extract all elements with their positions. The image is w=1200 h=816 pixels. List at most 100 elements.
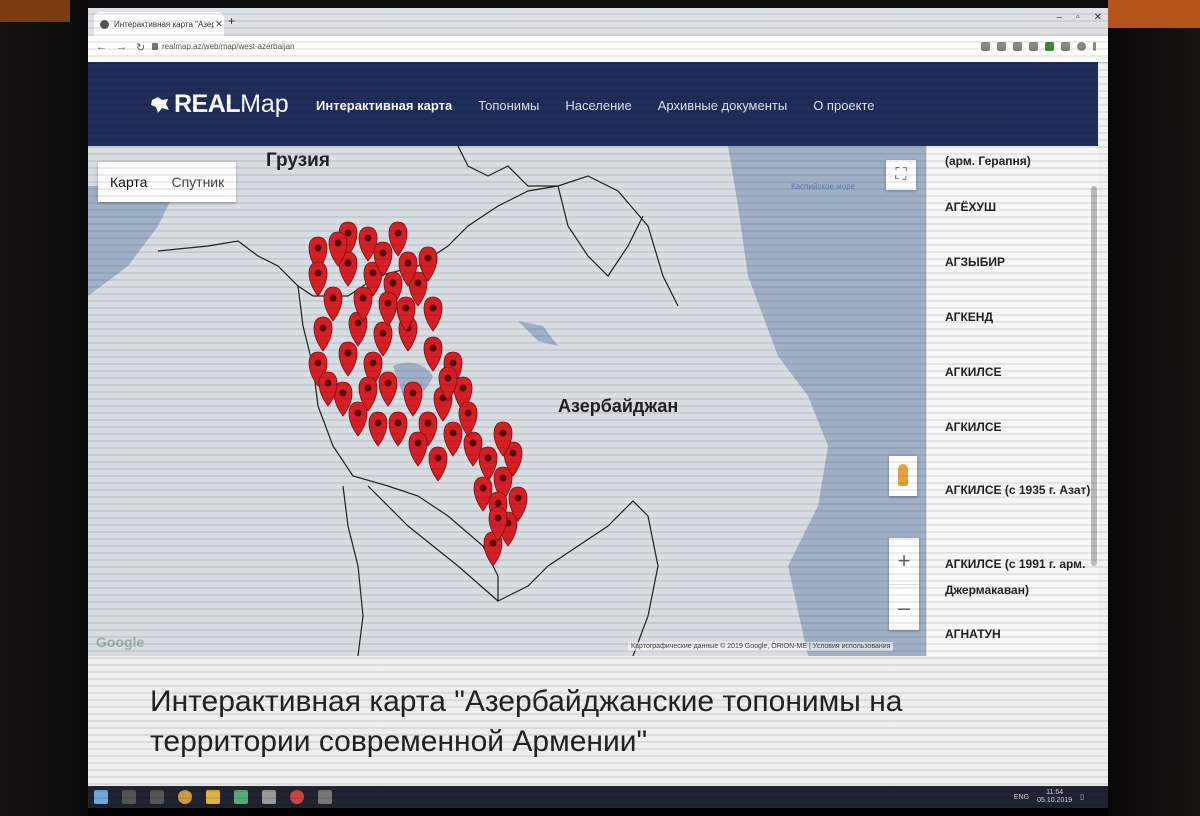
street-view-pegman-icon[interactable] [889, 456, 917, 496]
taskbar-icons [94, 790, 332, 804]
task-view-icon[interactable] [150, 790, 164, 804]
list-item[interactable]: АГКИЛСЕ [927, 414, 1099, 469]
clock-time: 11:54 [1046, 789, 1064, 796]
close-tab-icon[interactable]: ✕ [214, 19, 224, 30]
globe-icon [100, 19, 109, 29]
map-marker-icon[interactable] [308, 261, 328, 297]
map-attribution[interactable]: Картографические данные © 2019 Google, O… [628, 642, 894, 651]
google-logo: Google [96, 634, 145, 650]
system-tray: ENG 11:54 05.10.2019 ▯ [1014, 789, 1084, 805]
windows-start-icon[interactable] [94, 790, 108, 804]
map-marker-icon[interactable] [348, 401, 368, 437]
list-item[interactable]: АГЁХУШ [927, 194, 1099, 249]
nav-toponyms[interactable]: Топонимы [478, 98, 539, 113]
tab-title: Интерактивная карта "Азербай... [114, 19, 214, 29]
chrome-icon[interactable] [178, 790, 192, 804]
background-wall [1108, 0, 1200, 28]
fullscreen-button[interactable]: ⛶ [886, 160, 916, 190]
extension-icon[interactable] [997, 42, 1006, 51]
notification-icon[interactable]: ▯ [1080, 793, 1084, 801]
label-caspian-sea: Каспийское море [791, 182, 855, 191]
back-icon[interactable]: ← [96, 41, 107, 54]
url-text: realmap.az/web/map/west-azerbaijan [162, 42, 295, 51]
zoom-in-button[interactable]: + [889, 538, 919, 585]
clock[interactable]: 11:54 05.10.2019 [1037, 789, 1072, 805]
maximize-button[interactable]: ▫ [1076, 12, 1080, 23]
list-item[interactable]: АГНАТУН [927, 621, 1099, 656]
app-icon[interactable] [318, 790, 332, 804]
nav-population[interactable]: Население [565, 98, 631, 113]
browser-tab-bar: Интерактивная карта "Азербай... ✕ + – ▫ … [88, 8, 1108, 36]
zoom-control: + – [889, 538, 919, 630]
map-marker-icon[interactable] [423, 296, 443, 332]
search-icon[interactable] [122, 790, 136, 804]
url-field[interactable]: realmap.az/web/map/west-azerbaijan [152, 42, 295, 51]
monitor-bezel-right [1108, 0, 1200, 816]
map-marker-icon[interactable] [408, 431, 428, 467]
map-view[interactable]: Грузия Азербайджан Каспийское море Карта… [88, 146, 926, 656]
extension-icon[interactable] [981, 42, 990, 51]
extension-icon[interactable] [1045, 42, 1054, 51]
extension-icons [981, 42, 1096, 51]
scrollbar-thumb[interactable] [1091, 186, 1097, 566]
minimize-button[interactable]: – [1057, 12, 1063, 23]
list-item[interactable]: АГКИЛСЕ [927, 359, 1099, 414]
app-icon[interactable] [290, 790, 304, 804]
map-type-map-button[interactable]: Карта [98, 162, 159, 202]
nav-buttons: ← → ↻ [96, 41, 145, 54]
taskbar: ENG 11:54 05.10.2019 ▯ [88, 786, 1108, 808]
site-logo[interactable]: REAL Map [150, 90, 289, 119]
reload-icon[interactable]: ↻ [136, 41, 145, 54]
map-marker-icon[interactable] [388, 411, 408, 447]
store-icon[interactable] [234, 790, 248, 804]
extension-icon[interactable] [1061, 42, 1070, 51]
map-marker-icon[interactable] [368, 411, 388, 447]
site-header: REAL Map Интерактивная карта Топонимы Нас… [88, 62, 1098, 146]
star-icon[interactable] [1013, 42, 1022, 51]
page-content: Интерактивная карта "Азербайджанские топ… [88, 656, 1108, 786]
map-marker-icon[interactable] [378, 371, 398, 407]
menu-icon[interactable] [1093, 42, 1096, 51]
map-marker-icon[interactable] [378, 291, 398, 327]
language-indicator[interactable]: ENG [1014, 794, 1029, 801]
scrollbar[interactable] [1091, 148, 1097, 648]
list-item[interactable]: (арм. Герапня) [927, 146, 1099, 194]
extension-icon[interactable] [1029, 42, 1038, 51]
list-item[interactable]: АГКИЛСЕ (с 1935 г. Азат) [927, 469, 1099, 547]
forward-icon[interactable]: → [116, 41, 127, 54]
map-type-satellite-button[interactable]: Спутник [159, 162, 236, 202]
page-title: Интерактивная карта "Азербайджанские топ… [150, 685, 903, 758]
window-controls: – ▫ ✕ [1057, 12, 1103, 23]
map-marker-icon[interactable] [313, 316, 333, 352]
map-marker-icon[interactable] [428, 446, 448, 482]
nav-interactive-map[interactable]: Интерактивная карта [316, 98, 452, 113]
map-marker-icon[interactable] [423, 336, 443, 372]
mail-icon[interactable] [262, 790, 276, 804]
logo-text-light: Map [240, 90, 289, 118]
lock-icon [152, 43, 158, 51]
clock-date: 05.10.2019 [1037, 797, 1073, 804]
map-marker-icon[interactable] [403, 381, 423, 417]
logo-text-bold: REAL [174, 90, 241, 118]
list-item[interactable]: АГКЕНД [927, 304, 1099, 359]
map-marker-icon[interactable] [323, 286, 343, 322]
logo-icon [151, 96, 169, 113]
zoom-out-button[interactable]: – [889, 585, 919, 631]
label-azerbaijan: Азербайджан [558, 396, 679, 416]
map-marker-icon[interactable] [443, 421, 463, 457]
screen: Интерактивная карта "Азербай... ✕ + – ▫ … [88, 8, 1108, 808]
nav-archive-documents[interactable]: Архивные документы [658, 98, 787, 113]
profile-icon[interactable] [1077, 42, 1086, 51]
file-explorer-icon[interactable] [206, 790, 220, 804]
browser-tab[interactable]: Интерактивная карта "Азербай... ✕ [94, 12, 224, 36]
map-type-control: Карта Спутник [98, 162, 237, 202]
map-marker-icon[interactable] [373, 321, 393, 357]
nav-about[interactable]: О проекте [813, 98, 874, 113]
list-item[interactable]: АГЗЫБИР [927, 249, 1099, 304]
map-marker-icon[interactable] [338, 341, 358, 377]
map-marker-icon[interactable] [318, 371, 338, 407]
monitor-bezel-left [0, 0, 88, 816]
close-window-button[interactable]: ✕ [1094, 12, 1102, 23]
new-tab-button[interactable]: + [228, 14, 235, 28]
list-item[interactable]: АГКИЛСЕ (с 1991 г. арм. Джермакаван) [927, 547, 1099, 621]
